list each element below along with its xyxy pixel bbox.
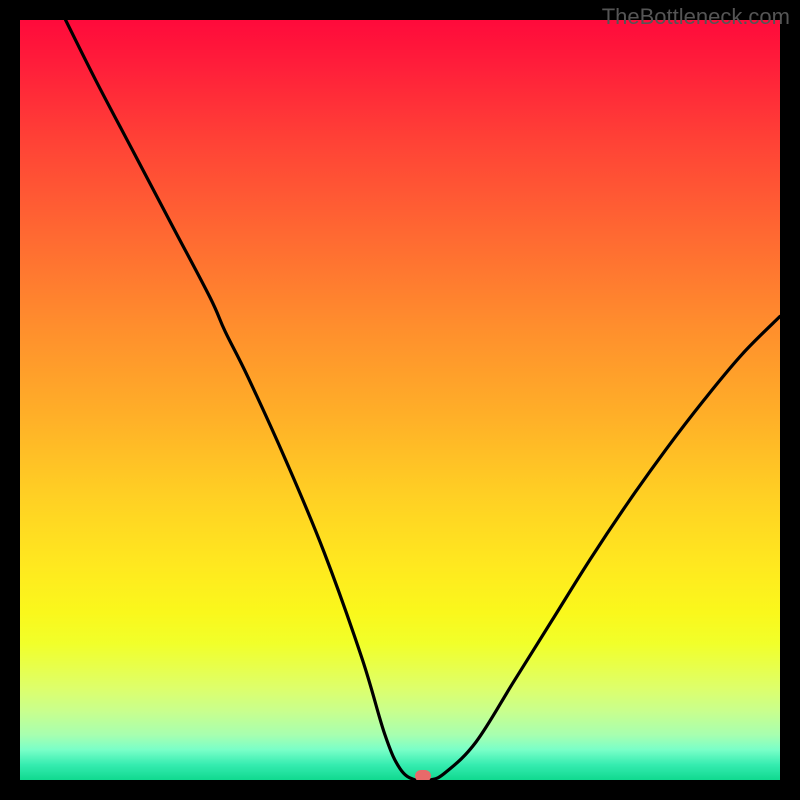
bottleneck-curve [20, 20, 780, 780]
watermark-text: TheBottleneck.com [602, 4, 790, 30]
plot-area [20, 20, 780, 780]
optimal-point-marker [415, 770, 431, 780]
chart-container: TheBottleneck.com [0, 0, 800, 800]
